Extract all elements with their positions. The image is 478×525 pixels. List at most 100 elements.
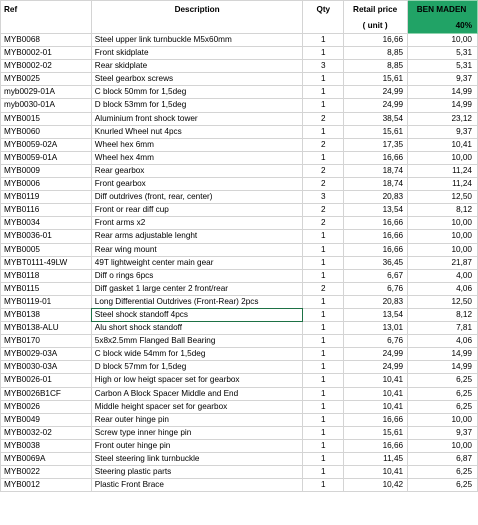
cell-retail-price[interactable]: 24,99	[343, 98, 409, 113]
cell-qty[interactable]: 1	[302, 307, 345, 323]
cell-retail-price[interactable]: 6,67	[343, 268, 409, 283]
cell-ben-maden[interactable]: 10,00	[407, 229, 478, 244]
cell-retail-price[interactable]: 15,61	[343, 425, 409, 440]
cell-retail-price[interactable]: 10,42	[343, 478, 409, 493]
cell-ref[interactable]: MYB0069A	[0, 451, 92, 467]
cell-ben-maden[interactable]: 4,06	[407, 281, 478, 296]
cell-description[interactable]: C block 50mm for 1,5deg	[90, 85, 304, 100]
header-retail-unit[interactable]: ( unit )	[343, 19, 409, 34]
cell-retail-price[interactable]: 10,41	[343, 399, 409, 414]
cell-description[interactable]: Alu short shock standoff	[90, 321, 304, 336]
cell-qty[interactable]: 1	[302, 72, 345, 87]
cell-ref[interactable]: MYB0049	[0, 412, 92, 427]
cell-ben-maden[interactable]: 23,12	[407, 111, 478, 126]
cell-ref[interactable]: MYB0138-ALU	[0, 321, 92, 336]
header-description-empty[interactable]	[90, 19, 304, 34]
cell-retail-price[interactable]: 15,61	[343, 72, 409, 87]
cell-retail-price[interactable]: 18,74	[343, 177, 409, 192]
cell-retail-price[interactable]: 18,74	[343, 163, 409, 179]
cell-retail-price[interactable]: 10,41	[343, 465, 409, 480]
cell-ben-maden[interactable]: 14,99	[407, 347, 478, 362]
cell-description[interactable]: Rear skidplate	[90, 59, 304, 74]
cell-description[interactable]: Long Differential Outdrives (Front-Rear)…	[90, 294, 304, 309]
header-qty[interactable]: Qty	[302, 0, 345, 19]
cell-qty[interactable]: 1	[302, 360, 345, 375]
cell-ref[interactable]: MYB0119	[0, 190, 92, 205]
cell-qty[interactable]: 1	[302, 255, 345, 270]
cell-ben-maden[interactable]: 6,25	[407, 399, 478, 414]
cell-retail-price[interactable]: 6,76	[343, 281, 409, 296]
cell-ben-maden[interactable]: 10,00	[407, 32, 478, 48]
cell-ben-maden[interactable]: 4,06	[407, 334, 478, 349]
cell-qty[interactable]: 1	[302, 268, 345, 283]
cell-ben-maden[interactable]: 8,12	[407, 203, 478, 218]
cell-qty[interactable]: 1	[302, 150, 345, 165]
cell-description[interactable]: 5x8x2.5mm Flanged Ball Bearing	[90, 334, 304, 349]
cell-ben-maden[interactable]: 6,25	[407, 478, 478, 493]
cell-description[interactable]: Front or rear diff cup	[90, 203, 304, 218]
cell-ben-maden[interactable]: 10,41	[407, 137, 478, 152]
cell-qty[interactable]: 2	[302, 177, 345, 192]
cell-retail-price[interactable]: 8,85	[343, 59, 409, 74]
cell-ref[interactable]: myb0030-01A	[0, 98, 92, 113]
header-description[interactable]: Description	[90, 0, 304, 19]
cell-qty[interactable]: 1	[302, 386, 345, 401]
cell-retail-price[interactable]: 17,35	[343, 137, 409, 152]
cell-description[interactable]: Steel upper link turnbuckle M5x60mm	[90, 32, 304, 48]
cell-description[interactable]: Wheel hex 6mm	[90, 137, 304, 152]
cell-retail-price[interactable]: 16,66	[343, 412, 409, 427]
cell-description[interactable]: Rear outer hinge pin	[90, 412, 304, 427]
cell-qty[interactable]: 1	[302, 321, 345, 336]
cell-qty[interactable]: 1	[302, 229, 345, 244]
cell-description[interactable]: D block 53mm for 1,5deg	[90, 98, 304, 113]
cell-ben-maden[interactable]: 5,31	[407, 59, 478, 74]
cell-ref[interactable]: MYB0006	[0, 177, 92, 192]
header-retail-price[interactable]: Retail price	[343, 0, 409, 19]
cell-retail-price[interactable]: 24,99	[343, 360, 409, 375]
cell-qty[interactable]: 2	[302, 111, 345, 126]
cell-retail-price[interactable]: 36,45	[343, 255, 409, 270]
cell-retail-price[interactable]: 6,76	[343, 334, 409, 349]
cell-description[interactable]: Screw type inner hinge pin	[90, 425, 304, 440]
cell-ref[interactable]: MYB0026B1CF	[0, 386, 92, 401]
cell-ben-maden[interactable]: 8,12	[407, 307, 478, 323]
cell-qty[interactable]: 2	[302, 216, 345, 231]
cell-retail-price[interactable]: 20,83	[343, 294, 409, 309]
cell-ref[interactable]: MYB0119-01	[0, 294, 92, 309]
cell-qty[interactable]: 1	[302, 85, 345, 100]
cell-ben-maden[interactable]: 10,00	[407, 216, 478, 231]
cell-ref[interactable]: myb0029-01A	[0, 85, 92, 100]
cell-ben-maden[interactable]: 10,00	[407, 242, 478, 257]
header-qty-empty[interactable]	[302, 19, 345, 34]
cell-ben-maden[interactable]: 12,50	[407, 190, 478, 205]
cell-ref[interactable]: MYB0038	[0, 438, 92, 454]
cell-qty[interactable]: 3	[302, 190, 345, 205]
cell-qty[interactable]: 1	[302, 478, 345, 493]
cell-retail-price[interactable]: 20,83	[343, 190, 409, 205]
cell-qty[interactable]: 1	[302, 347, 345, 362]
cell-ben-maden[interactable]: 10,00	[407, 150, 478, 165]
cell-description[interactable]: Rear wing mount	[90, 242, 304, 257]
cell-qty[interactable]: 1	[302, 334, 345, 349]
cell-description[interactable]: Rear arms adjustable lenght	[90, 229, 304, 244]
cell-retail-price[interactable]: 16,66	[343, 150, 409, 165]
cell-description[interactable]: Rear gearbox	[90, 163, 304, 179]
cell-qty[interactable]: 3	[302, 59, 345, 74]
cell-ref[interactable]: MYB0036-01	[0, 229, 92, 244]
cell-qty[interactable]: 1	[302, 98, 345, 113]
cell-ref[interactable]: MYB0026-01	[0, 373, 92, 388]
cell-qty[interactable]: 1	[302, 373, 345, 388]
cell-ref[interactable]: MYB0025	[0, 72, 92, 87]
cell-retail-price[interactable]: 8,85	[343, 46, 409, 61]
cell-retail-price[interactable]: 16,66	[343, 242, 409, 257]
cell-ben-maden[interactable]: 10,00	[407, 412, 478, 427]
cell-retail-price[interactable]: 16,66	[343, 229, 409, 244]
cell-description[interactable]: Aluminium front shock tower	[90, 111, 304, 126]
cell-qty[interactable]: 2	[302, 281, 345, 296]
cell-ben-maden[interactable]: 6,87	[407, 451, 478, 467]
cell-description[interactable]: Wheel hex 4mm	[90, 150, 304, 165]
cell-ref[interactable]: MYB0059-02A	[0, 137, 92, 152]
cell-ref[interactable]: MYB0115	[0, 281, 92, 296]
cell-description[interactable]: Diff o rings 6pcs	[90, 268, 304, 283]
cell-retail-price[interactable]: 16,66	[343, 32, 409, 48]
